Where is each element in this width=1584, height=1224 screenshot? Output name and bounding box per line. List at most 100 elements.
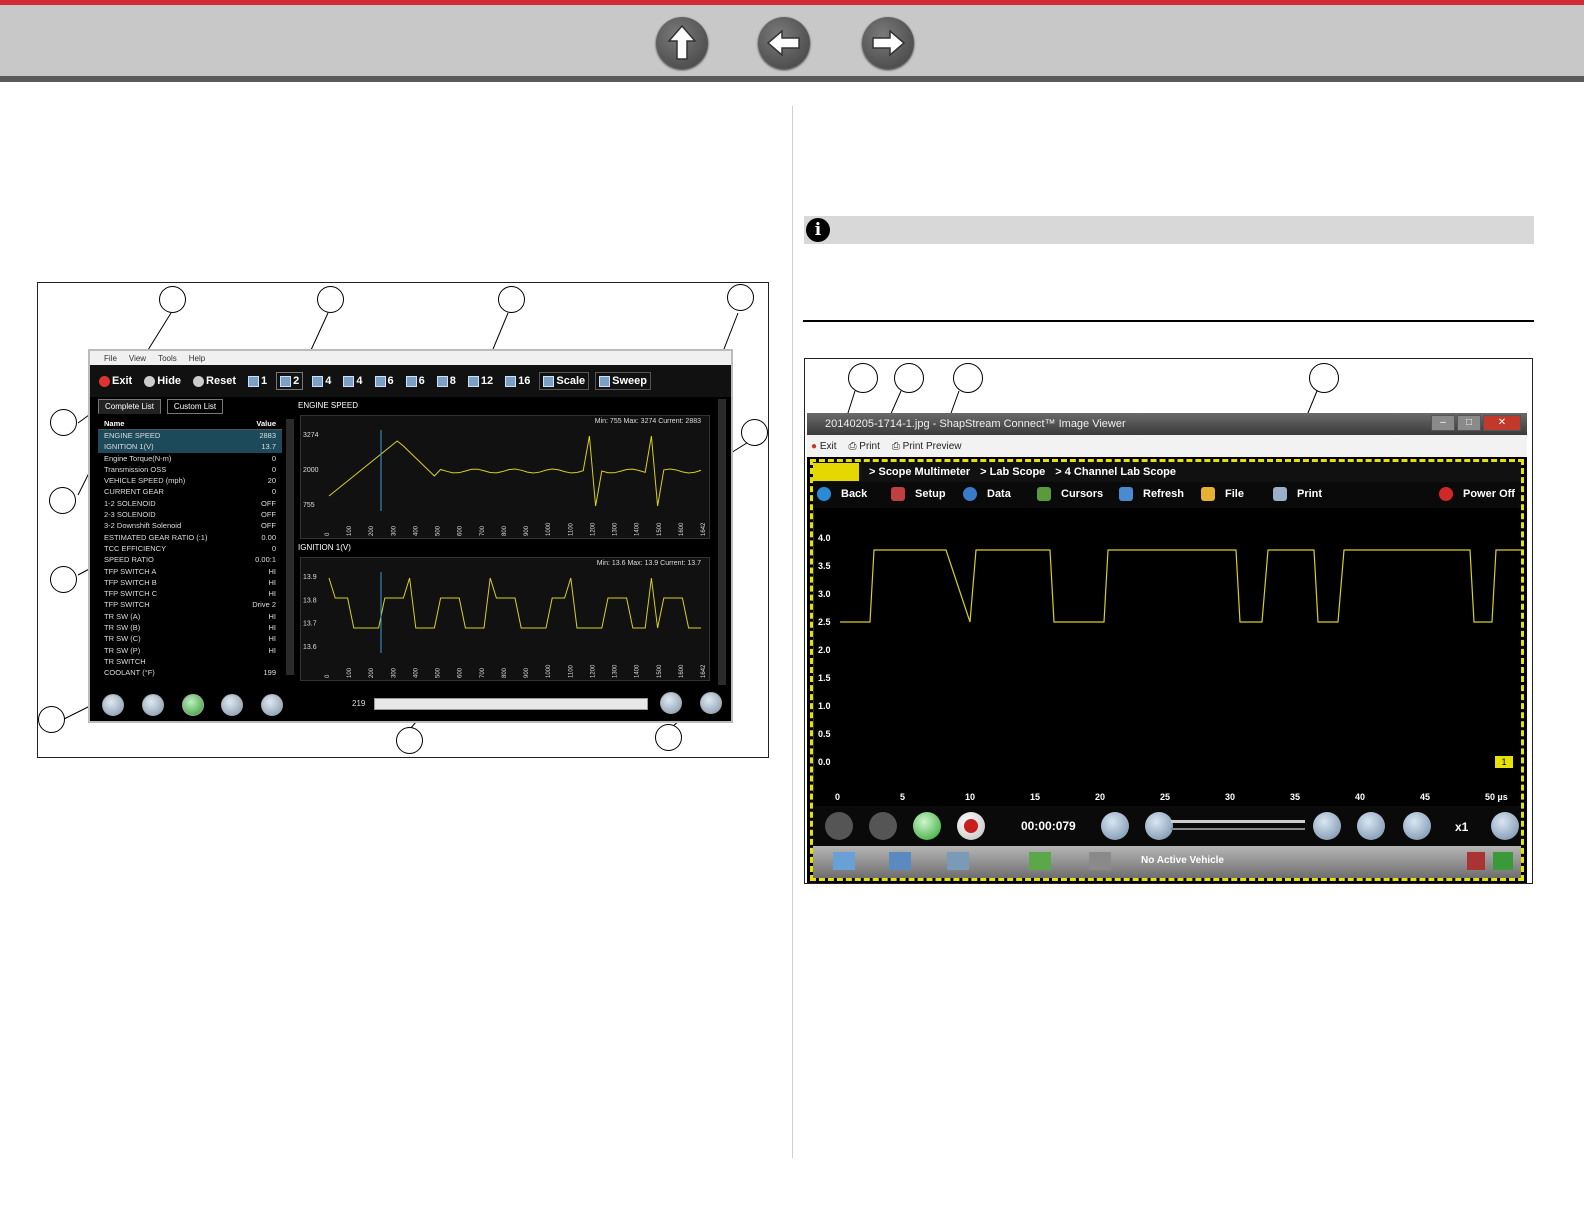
tools-icon[interactable] [1089,852,1111,870]
skip-forward-button[interactable] [1357,812,1385,840]
refresh-button[interactable]: Refresh [1119,487,1184,501]
parameter-row[interactable]: TCC EFFICIENCY 0 [98,543,282,554]
parameter-row[interactable]: ESTIMATED GEAR RATIO (:1) 0.00 [98,532,282,543]
step-back-button[interactable] [142,694,164,716]
layout-label: 4 [356,375,363,387]
breadcrumb-4-channel[interactable]: > 4 Channel Lab Scope [1055,466,1176,478]
reset-button[interactable]: Reset [190,373,239,389]
layout-8-button[interactable]: 8 [434,373,459,389]
parameter-row[interactable]: IGNITION 1(V) 13.7 [98,441,282,453]
play-button[interactable] [182,694,204,716]
back-button[interactable]: Back [817,487,867,501]
parameter-row[interactable]: 1-2 SOLENOID OFF [98,498,282,509]
breadcrumb-scope-multimeter[interactable]: > Scope Multimeter [869,466,970,478]
breadcrumb-lab-scope[interactable]: > Lab Scope [980,466,1045,478]
home-tab-icon[interactable] [813,463,859,481]
menu-view[interactable]: View [129,354,146,363]
print-preview-menu-item[interactable]: ⎙ Print Preview [892,441,962,452]
exit-button[interactable]: Exit [96,373,135,389]
setup-button[interactable]: Setup [891,487,946,501]
layout-6a-button[interactable]: 6 [372,373,397,389]
home-icon[interactable] [833,852,855,870]
zoom-button[interactable] [1491,812,1519,840]
scope-controls: 00:00:079 x1 [813,806,1521,846]
step-back-button[interactable] [1145,812,1173,840]
up-arrow-icon[interactable] [656,17,708,69]
scale-button[interactable]: Scale [539,372,590,390]
position-slider[interactable] [1171,820,1305,823]
play-button[interactable] [913,812,941,840]
parameter-row[interactable]: Transmission OSS 0 [98,464,282,475]
layout-4b-button[interactable]: 4 [340,373,365,389]
cursors-button[interactable]: Cursors [1037,487,1103,501]
graph-scrollbar[interactable] [718,399,726,685]
layout-12-button[interactable]: 12 [465,373,496,389]
layout-2-button[interactable]: 2 [276,372,304,390]
grid-icon [505,375,517,387]
parameter-row[interactable]: 2-3 SOLENOID OFF [98,509,282,520]
parameter-row[interactable]: TFP SWITCH Drive 2 [98,599,282,610]
parameter-row[interactable]: TFP SWITCH B HI [98,577,282,588]
data-button[interactable]: Data [963,487,1011,501]
print-button[interactable]: Print [1273,487,1322,501]
menu-tools[interactable]: Tools [158,354,177,363]
step-forward-button[interactable] [1313,812,1341,840]
parameter-row[interactable]: TFP SWITCH C HI [98,588,282,599]
file-button[interactable]: File [1201,487,1244,501]
left-arrow-icon[interactable] [758,17,810,69]
guided-icon[interactable] [947,852,969,870]
x-tick-label: 1642 [701,664,707,678]
parameter-row[interactable]: VEHICLE SPEED (mph) 20 [98,475,282,486]
vehicle-status: No Active Vehicle [1141,855,1224,866]
list-scrollbar[interactable] [286,419,294,675]
record-button[interactable] [957,812,985,840]
skip-back-button[interactable] [1101,812,1129,840]
print-menu-item[interactable]: ⎙ Print [849,441,880,452]
plot2-graph: 13.9 13.8 13.7 13.6 0 100 200 300 400 500 600 700 80… [303,572,707,678]
camera-button[interactable] [825,812,853,840]
tab-custom-list[interactable]: Custom List [166,399,224,414]
tab-complete-list[interactable]: Complete List [98,399,161,414]
menu-help[interactable]: Help [189,354,205,363]
parameter-row[interactable]: CURRENT GEAR 0 [98,486,282,497]
exit-menu-item[interactable]: ● Exit [811,441,837,452]
hide-button[interactable]: Hide [141,373,184,389]
skip-back-button[interactable] [102,694,124,716]
sweep-button[interactable]: Sweep [595,372,651,390]
parameter-row[interactable]: TR SW (C) HI [98,633,282,644]
parameter-row[interactable]: TFP SWITCH A HI [98,566,282,577]
skip-forward-button[interactable] [261,694,283,716]
parameter-row[interactable]: TR SWITCH [98,656,282,667]
parameter-name: COOLANT (°F) [104,668,155,678]
parameter-row[interactable]: TR SW (A) HI [98,611,282,622]
parameter-value: HI [268,566,277,576]
x-tick-label: 1600 [679,664,685,678]
step-forward-button[interactable] [221,694,243,716]
vehicle-icon[interactable] [1029,852,1051,870]
power-off-button[interactable]: Power Off [1439,487,1515,501]
parameter-row[interactable]: TR SW (B) HI [98,622,282,633]
menu-file[interactable]: File [104,354,117,363]
scanner-icon[interactable] [889,852,911,870]
zoom-out-button[interactable] [660,692,682,714]
parameter-row[interactable]: TR SW (P) HI [98,645,282,656]
channel-marker[interactable]: 1 [1495,756,1513,768]
parameter-row[interactable]: 3-2 Downshift Solenoid OFF [98,520,282,531]
parameter-row[interactable]: SPEED RATIO 0.00:1 [98,554,282,565]
parameter-value: 0 [271,453,276,463]
layout-6b-button[interactable]: 6 [403,373,428,389]
stop-button[interactable] [869,812,897,840]
parameter-row[interactable]: COOLANT (°F) 199 [98,667,282,678]
layout-4a-button[interactable]: 4 [309,373,334,389]
close-icon[interactable]: ✕ [1483,415,1521,431]
fullscreen-button[interactable] [1403,812,1431,840]
maximize-icon[interactable]: □ [1457,415,1481,431]
layout-1-button[interactable]: 1 [245,373,270,389]
right-arrow-icon[interactable] [862,17,914,69]
playback-slider[interactable] [374,698,648,710]
layout-16-button[interactable]: 16 [502,373,533,389]
zoom-in-button[interactable] [700,692,722,714]
parameter-row[interactable]: ENGINE SPEED 2883 [98,430,282,442]
minimize-icon[interactable]: – [1431,415,1455,431]
parameter-row[interactable]: Engine Torque(N-m) 0 [98,453,282,464]
